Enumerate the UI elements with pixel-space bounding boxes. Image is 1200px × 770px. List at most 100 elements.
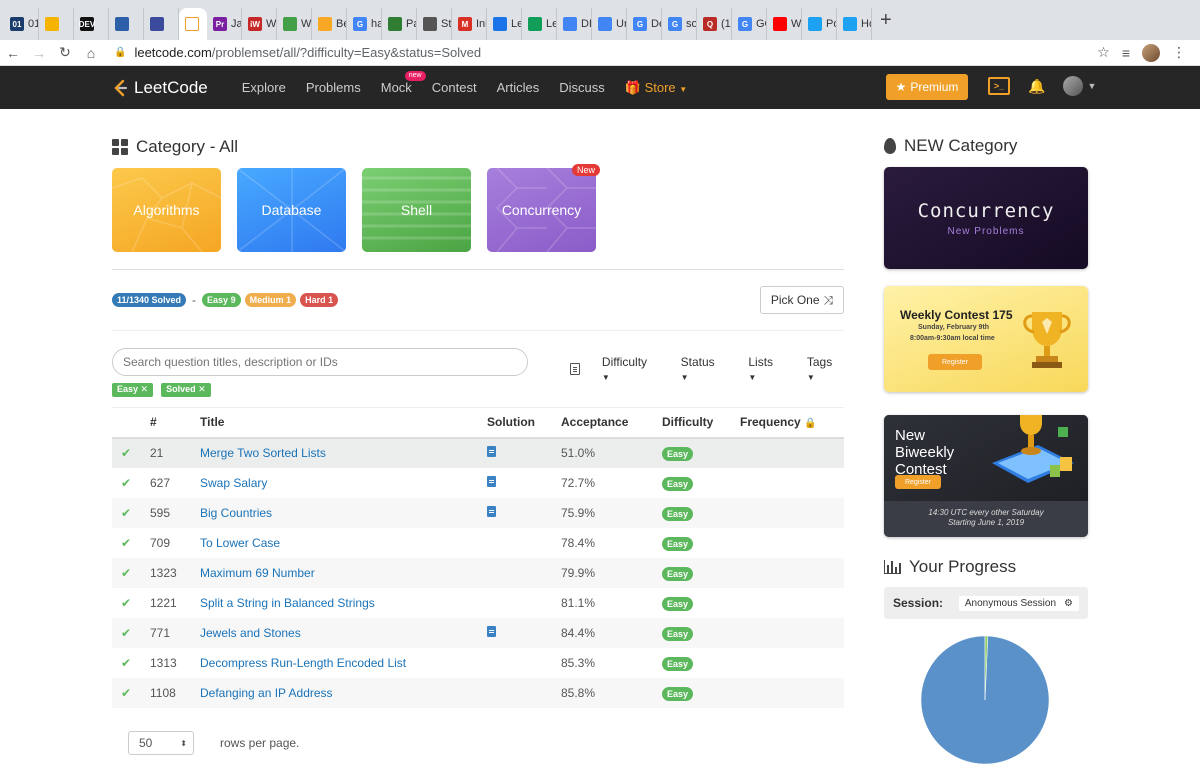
problem-title-link[interactable]: Split a String in Balanced Strings <box>200 596 375 610</box>
nav-item-store[interactable]: 🎁 Store ▼ <box>615 80 697 96</box>
filter-status[interactable]: Status ▼ <box>681 355 727 383</box>
new-tab-icon[interactable]: + <box>880 9 892 32</box>
problem-title-link[interactable]: Maximum 69 Number <box>200 566 315 580</box>
back-icon[interactable]: ← <box>0 45 26 61</box>
nav-item-explore[interactable]: Explore <box>232 80 296 96</box>
table-row[interactable]: ✔ 1108 Defanging an IP Address 85.8% Easy <box>112 677 844 708</box>
banner-title: Concurrency <box>917 199 1055 222</box>
problem-title-link[interactable]: Defanging an IP Address <box>200 686 333 700</box>
nav-item-discuss[interactable]: Discuss <box>549 80 615 96</box>
table-row[interactable]: ✔ 1323 Maximum 69 Number 79.9% Easy <box>112 557 844 588</box>
weekly-contest-card[interactable]: Weekly Contest 175 Sunday, February 9th … <box>884 286 1088 392</box>
browser-tab[interactable]: Ghac <box>347 8 382 40</box>
pick-one-button[interactable]: Pick One ⤨ <box>760 286 844 314</box>
browser-tab[interactable]: Stri <box>417 8 452 40</box>
browser-tab[interactable]: Lec <box>522 8 557 40</box>
table-row[interactable]: ✔ 709 To Lower Case 78.4% Easy <box>112 528 844 558</box>
filter-tags[interactable]: Tags ▼ <box>807 355 844 383</box>
category-card-database[interactable]: Database <box>237 168 346 252</box>
browser-tab[interactable]: G Def <box>627 8 662 40</box>
profile-avatar[interactable] <box>1142 43 1160 62</box>
browser-tab[interactable]: Bes <box>312 8 347 40</box>
solved-check-icon: ✔ <box>120 655 132 670</box>
browser-tab[interactable]: G GO <box>732 8 767 40</box>
table-row[interactable]: ✔ 1221 Split a String in Balanced Strings 8… <box>112 588 844 618</box>
browser-tab[interactable]: iW Wh <box>242 8 277 40</box>
menu-kebab-icon[interactable]: ⋮ <box>1172 44 1186 61</box>
browser-tab[interactable]: M Inb <box>452 8 487 40</box>
notes-icon[interactable] <box>570 363 580 375</box>
problem-title-link[interactable]: To Lower Case <box>200 536 280 550</box>
nav-item-mock[interactable]: Mock new <box>371 70 426 96</box>
premium-button[interactable]: ★ Premium <box>886 74 968 100</box>
acceptance-rate: 75.9% <box>561 497 662 528</box>
col-header-title[interactable]: Title <box>200 407 487 439</box>
browser-tab[interactable]: DH <box>557 8 592 40</box>
browser-tab[interactable] <box>144 8 179 40</box>
rows-per-page-select[interactable]: 50 ⬍ <box>128 731 194 755</box>
tab-label: Par <box>406 18 416 30</box>
col-header-acceptance[interactable]: Acceptance <box>561 407 662 439</box>
address-bar[interactable]: 🔒 leetcode.com/problemset/all/?difficult… <box>114 42 1097 64</box>
browser-tab[interactable]: We <box>277 8 312 40</box>
col-header-solution[interactable]: Solution <box>487 407 561 439</box>
solution-cell <box>487 557 561 588</box>
browser-tab[interactable]: Poc <box>802 8 837 40</box>
browser-tab[interactable]: DEV <box>74 8 109 40</box>
reload-icon[interactable]: ↻ <box>52 44 78 61</box>
problem-title-link[interactable]: Swap Salary <box>200 476 267 490</box>
search-input[interactable] <box>112 348 528 376</box>
browser-tab[interactable]: Gsolc <box>662 8 697 40</box>
browser-tab[interactable]: Lec <box>487 8 522 40</box>
browser-tab[interactable]: Q (1) <box>697 8 732 40</box>
bookmark-star-icon[interactable]: ☆ <box>1097 44 1110 61</box>
nav-item-contest[interactable]: Contest <box>422 80 487 96</box>
nav-item-problems[interactable]: Problems <box>296 80 371 96</box>
table-row[interactable]: ✔ 1313 Decompress Run-Length Encoded List 8… <box>112 648 844 678</box>
browser-tab[interactable] <box>179 8 207 40</box>
problem-title-link[interactable]: Merge Two Sorted Lists <box>200 446 326 460</box>
browser-tab[interactable]: 01 01 <box>4 8 39 40</box>
browser-tab[interactable]: Par <box>382 8 417 40</box>
session-dropdown[interactable]: Anonymous Session ⚙ <box>958 595 1079 611</box>
problem-title-link[interactable]: Big Countries <box>200 506 272 520</box>
weekly-register-button[interactable]: Register <box>928 354 982 370</box>
browser-tab[interactable]: Pr Jav <box>207 8 242 40</box>
concurrency-banner[interactable]: Concurrency New Problems <box>884 167 1088 269</box>
filter-difficulty[interactable]: Difficulty ▼ <box>602 355 659 383</box>
filter-lists[interactable]: Lists ▼ <box>748 355 784 383</box>
biweekly-register-button[interactable]: Register <box>895 475 941 489</box>
notification-bell-icon[interactable]: 🔔 <box>1028 78 1045 95</box>
playground-terminal-icon[interactable]: >_ <box>988 77 1010 95</box>
leetcode-logo[interactable]: LeetCode <box>112 78 208 98</box>
solution-doc-icon[interactable] <box>487 446 496 457</box>
home-icon[interactable]: ⌂ <box>78 45 104 61</box>
leetcode-navbar: LeetCode Explore Problems Mock new Contest Ar… <box>0 66 1200 109</box>
solution-doc-icon[interactable] <box>487 505 496 517</box>
problem-title-link[interactable]: Decompress Run-Length Encoded List <box>200 656 406 670</box>
category-card-concurrency[interactable]: Concurrency New <box>487 164 600 252</box>
browser-tab[interactable]: Wa <box>767 8 802 40</box>
solution-doc-icon[interactable] <box>487 625 496 637</box>
table-row[interactable]: ✔ 21 Merge Two Sorted Lists 51.0% Easy <box>112 437 844 468</box>
category-card-shell[interactable]: Shell <box>362 168 471 252</box>
col-header-id[interactable]: # <box>140 407 200 439</box>
biweekly-contest-card[interactable]: New Biweekly Contest Register 14:30 UTC … <box>884 415 1088 537</box>
col-header-frequency[interactable]: Frequency 🔒 <box>740 407 844 439</box>
nav-item-articles[interactable]: Articles <box>487 80 550 96</box>
browser-tab[interactable] <box>109 8 144 40</box>
browser-tab[interactable] <box>39 8 74 40</box>
solution-doc-icon[interactable] <box>487 475 496 487</box>
table-row[interactable]: ✔ 595 Big Countries 75.9% Easy <box>112 497 844 528</box>
col-header-difficulty[interactable]: Difficulty <box>662 407 740 439</box>
media-queue-icon[interactable]: ≡ <box>1122 45 1130 61</box>
table-row[interactable]: ✔ 627 Swap Salary 72.7% Easy <box>112 468 844 498</box>
table-row[interactable]: ✔ 771 Jewels and Stones 84.4% Easy <box>112 617 844 648</box>
browser-tab[interactable]: Hor <box>837 8 872 40</box>
user-avatar[interactable] <box>1063 76 1084 96</box>
browser-tab[interactable]: Unt <box>592 8 627 40</box>
chevron-down-icon[interactable]: ▼ <box>1087 81 1096 91</box>
category-card-algorithms[interactable]: Algorithms <box>112 168 221 252</box>
problem-title-link[interactable]: Jewels and Stones <box>200 626 301 640</box>
forward-icon[interactable]: → <box>26 45 52 61</box>
